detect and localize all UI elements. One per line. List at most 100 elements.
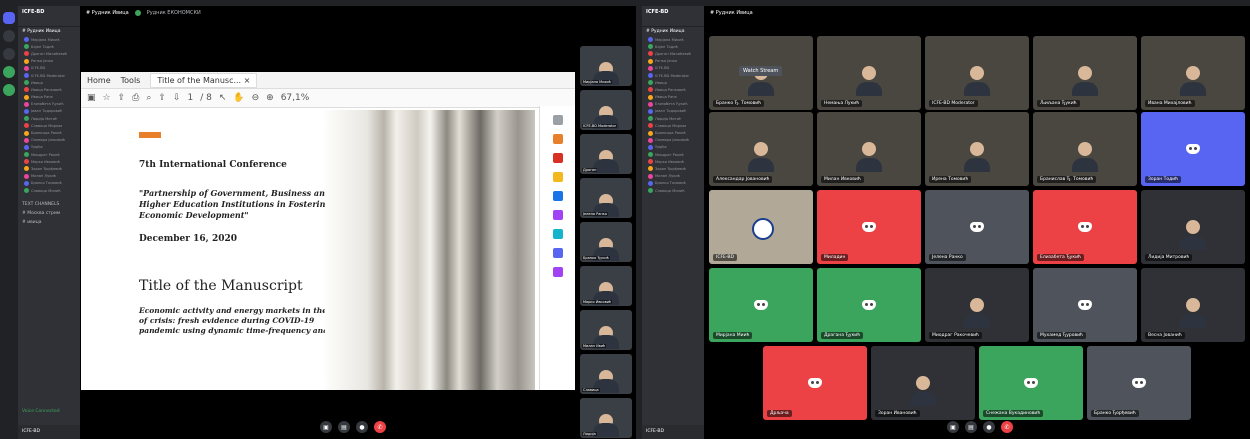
cursor-icon[interactable]: ↖ bbox=[219, 93, 227, 103]
hand-icon[interactable]: ✋ bbox=[233, 93, 244, 103]
zoom-out-icon[interactable]: ⊖ bbox=[252, 93, 260, 103]
server-name[interactable]: ICFE-BD bbox=[642, 6, 704, 27]
participant-tile[interactable]: Мирјана Михић bbox=[580, 46, 632, 86]
voice-user[interactable]: Славица Мирков bbox=[18, 122, 80, 129]
user-name[interactable]: ICFE-BD bbox=[646, 429, 664, 434]
participant-tile[interactable]: Милан Ивић bbox=[580, 310, 632, 350]
edit-pdf-icon[interactable] bbox=[552, 153, 563, 163]
participant-tile[interactable]: Бранко Ђукић bbox=[580, 222, 632, 262]
participant-tile[interactable]: Ирена Томовић bbox=[925, 112, 1029, 186]
watch-stream-button[interactable]: Watch Stream bbox=[739, 66, 783, 76]
camera-icon[interactable]: ▣ bbox=[947, 421, 959, 433]
voice-user[interactable]: Ивица bbox=[18, 79, 80, 86]
server-name[interactable]: ICFE-BD bbox=[18, 6, 80, 27]
tab-home[interactable]: Home bbox=[87, 76, 111, 85]
voice-user[interactable]: Славица Мирков bbox=[642, 122, 704, 129]
comment-icon[interactable] bbox=[552, 172, 563, 182]
voice-user[interactable]: Ивица Ранк bbox=[18, 94, 80, 101]
screen-share-icon[interactable]: ▤ bbox=[338, 421, 350, 433]
participant-tile[interactable]: Зоран Тодић bbox=[1141, 112, 1245, 186]
text-channel[interactable]: # ивица bbox=[18, 218, 80, 227]
disconnect-icon[interactable]: ✆ bbox=[1001, 421, 1013, 433]
explore-icon[interactable] bbox=[3, 84, 15, 96]
save-icon[interactable]: ▣ bbox=[87, 93, 96, 103]
voice-user[interactable]: Бојан Тодић bbox=[18, 43, 80, 50]
voice-user[interactable]: Мирјана Михић bbox=[642, 36, 704, 43]
voice-user[interactable]: Ивица Ранковић bbox=[642, 86, 704, 93]
participant-tile[interactable]: Миодраг Ракочевић bbox=[925, 268, 1029, 342]
voice-user[interactable]: ICFE-BD bbox=[18, 65, 80, 72]
participant-tile[interactable]: Бранислав Ђ. Томовић bbox=[1033, 112, 1137, 186]
voice-user[interactable]: Милан Лукић bbox=[642, 173, 704, 180]
participant-tile[interactable]: Ивана Михајловић bbox=[1141, 36, 1245, 110]
voice-user[interactable]: Оливера Јанковић bbox=[642, 137, 704, 144]
home-server-icon[interactable] bbox=[3, 12, 15, 24]
voice-user[interactable]: Ивица bbox=[642, 79, 704, 86]
voice-user[interactable]: Мирјана Михић bbox=[18, 36, 80, 43]
participant-tile[interactable]: Немања Лукић bbox=[817, 36, 921, 110]
participant-tile[interactable]: ICFE-BD Moderator bbox=[925, 36, 1029, 110]
mute-icon[interactable]: ● bbox=[356, 421, 368, 433]
voice-user[interactable]: ICFE-BD bbox=[642, 65, 704, 72]
voice-user[interactable]: Ђорђе bbox=[18, 144, 80, 151]
participant-tile[interactable]: Мухамед Ђуровић bbox=[1033, 268, 1137, 342]
voice-user[interactable]: Бранко Томовић bbox=[642, 180, 704, 187]
voice-user[interactable]: Ђорђе bbox=[642, 144, 704, 151]
page-down-icon[interactable]: ⇩ bbox=[173, 93, 181, 103]
search-icon[interactable]: ⌕ bbox=[146, 93, 151, 103]
participant-tile[interactable]: Јелена Ранко bbox=[925, 190, 1029, 264]
participant-tile[interactable]: Бранко Ђорђевић bbox=[1087, 346, 1191, 420]
voice-user[interactable]: Миодраг Ракић bbox=[642, 151, 704, 158]
print-icon[interactable]: ⎙ bbox=[132, 93, 139, 103]
participant-tile[interactable]: Мирјана Миић bbox=[709, 268, 813, 342]
tab-tools[interactable]: Tools bbox=[121, 76, 141, 85]
compress-icon[interactable] bbox=[552, 229, 563, 239]
text-channel[interactable]: # Москва стрим bbox=[18, 209, 80, 218]
participant-tile[interactable]: Љиљана Ђукић bbox=[1033, 36, 1137, 110]
participant-tile[interactable]: Лидија Митровић bbox=[1141, 190, 1245, 264]
stage-channel[interactable]: # Рудник Ивица bbox=[642, 27, 704, 36]
participant-tile[interactable]: Снежана Вукадиновић bbox=[979, 346, 1083, 420]
voice-user[interactable]: Миодраг Ракић bbox=[18, 151, 80, 158]
voice-user[interactable]: Милан Лукић bbox=[18, 173, 80, 180]
export-pdf-icon[interactable] bbox=[552, 134, 563, 144]
fill-sign-icon[interactable] bbox=[552, 267, 563, 277]
voice-user[interactable]: Елизабета Ђукић bbox=[18, 101, 80, 108]
voice-user[interactable]: Јован Тодоровић bbox=[18, 108, 80, 115]
disconnect-icon[interactable]: ✆ bbox=[374, 421, 386, 433]
voice-user[interactable]: Оливера Јанковић bbox=[18, 137, 80, 144]
voice-user[interactable]: Марко Ивковић bbox=[18, 158, 80, 165]
combine-icon[interactable] bbox=[552, 191, 563, 201]
tab-document[interactable]: Title of the Manusc... × bbox=[150, 72, 258, 88]
participant-tile[interactable]: Јелена Ранко bbox=[580, 178, 632, 218]
voice-user[interactable]: Бранко Томовић bbox=[18, 180, 80, 187]
voice-user[interactable]: Лидија Митић bbox=[18, 115, 80, 122]
participant-tile[interactable]: Весна Јованић bbox=[1141, 268, 1245, 342]
page-number[interactable]: 1 bbox=[187, 93, 193, 103]
zoom-in-icon[interactable]: ⊕ bbox=[266, 93, 274, 103]
organize-icon[interactable] bbox=[552, 210, 563, 220]
voice-user[interactable]: ICFE-BD Moderator bbox=[18, 72, 80, 79]
participant-tile[interactable]: Милан Ивковић bbox=[817, 112, 921, 186]
bookmark-icon[interactable]: ☆ bbox=[103, 93, 111, 103]
participant-tile[interactable]: Драган bbox=[580, 134, 632, 174]
screen-share-icon[interactable]: ▤ bbox=[965, 421, 977, 433]
participant-tile[interactable]: Лидија bbox=[580, 398, 632, 438]
page-up-icon[interactable]: ⇧ bbox=[158, 93, 166, 103]
upload-icon[interactable]: ⇪ bbox=[118, 93, 126, 103]
zoom-level[interactable]: 67,1% bbox=[281, 93, 310, 103]
participant-tile[interactable]: Славица bbox=[580, 354, 632, 394]
server-icon[interactable] bbox=[3, 48, 15, 60]
voice-user[interactable]: Ивица Ранковић bbox=[18, 86, 80, 93]
participant-tile[interactable]: Александар Јовановић bbox=[709, 112, 813, 186]
voice-user[interactable]: Ранко Јанко bbox=[18, 58, 80, 65]
voice-user[interactable]: Бранкица Ракић bbox=[18, 129, 80, 136]
participant-tile[interactable]: Зоран Ивановић bbox=[871, 346, 975, 420]
voice-user[interactable]: Бојан Тодић bbox=[642, 43, 704, 50]
participant-tile[interactable]: ICFE-BD Moderator bbox=[580, 90, 632, 130]
voice-user[interactable]: Зоран Ђорђевић bbox=[18, 165, 80, 172]
camera-icon[interactable]: ▣ bbox=[320, 421, 332, 433]
voice-user[interactable]: Лидија Митић bbox=[642, 115, 704, 122]
voice-user[interactable]: Зоран Ђорђевић bbox=[642, 165, 704, 172]
participant-tile[interactable]: Драгана Ђукић bbox=[817, 268, 921, 342]
